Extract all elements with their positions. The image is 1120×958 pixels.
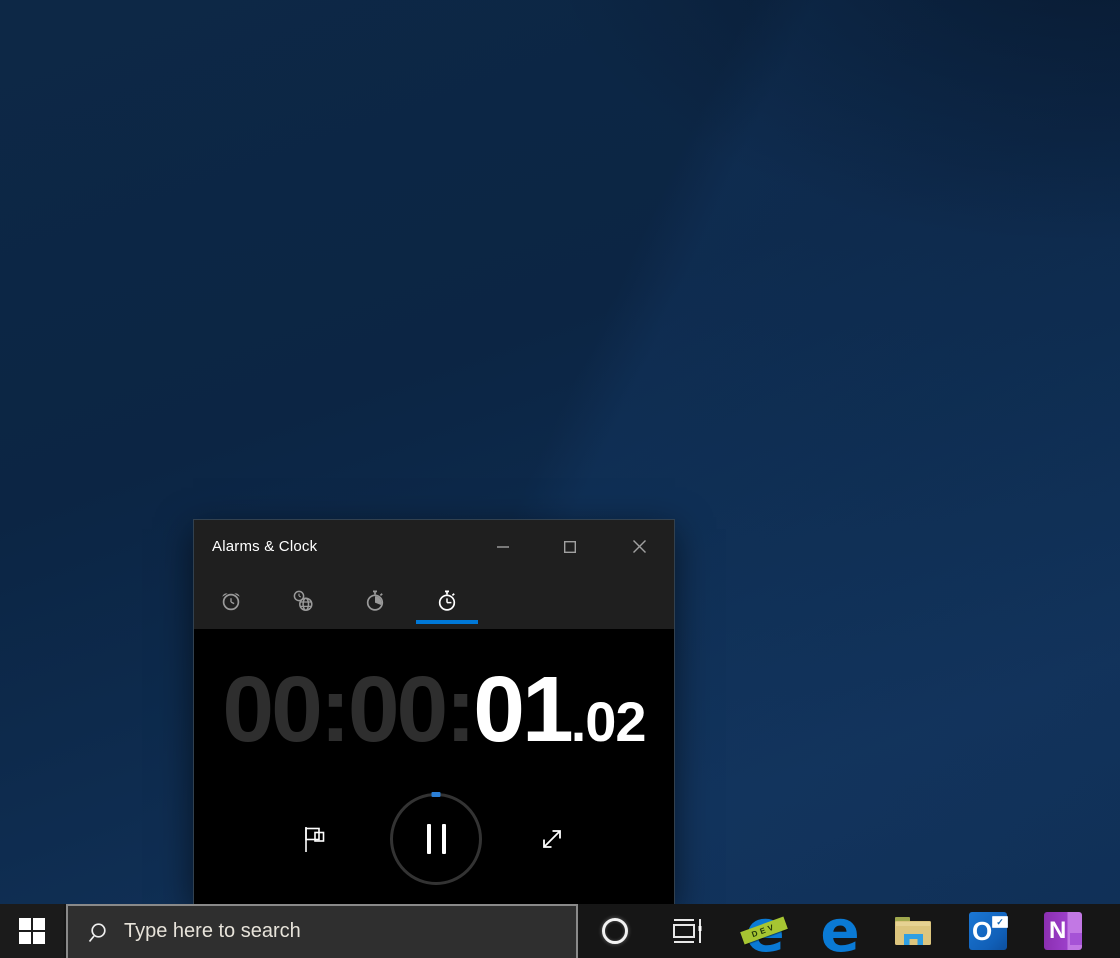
search-icon (87, 922, 109, 944)
window-title: Alarms & Clock (212, 520, 317, 573)
outlook-icon: O ✓ (969, 912, 1007, 950)
cortana-button[interactable] (598, 904, 632, 958)
edge-dev-button[interactable]: e DEV (745, 911, 785, 951)
onenote-letter: N (1049, 917, 1066, 945)
flag-icon (303, 825, 331, 853)
file-explorer-icon (893, 913, 933, 949)
tab-world-clock[interactable] (272, 573, 334, 629)
time-main: 01 (473, 657, 570, 761)
windows-logo-icon (19, 918, 45, 944)
search-input[interactable]: Type here to search (66, 904, 578, 958)
timer-icon (363, 589, 387, 613)
minimize-icon (497, 546, 509, 548)
close-icon (633, 540, 646, 553)
selected-tab-indicator (416, 620, 478, 624)
stopwatch-time: 00:00:01.02 (194, 663, 674, 756)
tab-alarm[interactable] (200, 573, 262, 629)
search-placeholder: Type here to search (124, 906, 301, 956)
pause-button[interactable] (390, 793, 482, 885)
maximize-icon (564, 541, 576, 553)
world-clock-icon (291, 589, 315, 613)
edge-button[interactable]: e (820, 911, 860, 951)
stopwatch-icon (435, 589, 459, 613)
file-explorer-button[interactable] (893, 911, 933, 951)
onenote-corner-square (1070, 933, 1082, 945)
desktop-wallpaper: Alarms & Clock (0, 0, 1120, 958)
pause-icon (427, 824, 446, 854)
stopwatch-panel: 00:00:01.02 (194, 629, 674, 904)
alarm-clock-icon (219, 589, 243, 613)
lap-button[interactable] (293, 815, 341, 863)
expand-arrows-icon (539, 826, 565, 852)
tabstrip (194, 573, 674, 629)
onenote-icon: N (1044, 912, 1082, 950)
time-fraction: .02 (571, 690, 646, 753)
outlook-button[interactable]: O ✓ (968, 911, 1008, 951)
maximize-button[interactable] (542, 520, 598, 573)
outlook-envelope-icon: ✓ (992, 916, 1008, 928)
close-button[interactable] (611, 520, 667, 573)
titlebar[interactable]: Alarms & Clock (194, 520, 674, 573)
onenote-button[interactable]: N (1043, 911, 1083, 951)
edge-dev-icon: e DEV (745, 911, 785, 951)
taskbar: Type here to search e DEV e (0, 904, 1120, 958)
minimize-button[interactable] (475, 520, 531, 573)
tab-stopwatch[interactable] (416, 573, 478, 629)
edge-icon: e (820, 912, 859, 950)
task-view-icon (673, 918, 703, 944)
cortana-icon (602, 918, 628, 944)
progress-tick (432, 792, 441, 797)
time-dim: 00:00: (222, 657, 473, 761)
task-view-button[interactable] (670, 904, 706, 958)
tab-timer[interactable] (344, 573, 406, 629)
outlook-letter: O (972, 916, 992, 947)
start-button[interactable] (0, 904, 64, 958)
alarms-clock-window: Alarms & Clock (193, 519, 675, 904)
expand-button[interactable] (528, 815, 576, 863)
